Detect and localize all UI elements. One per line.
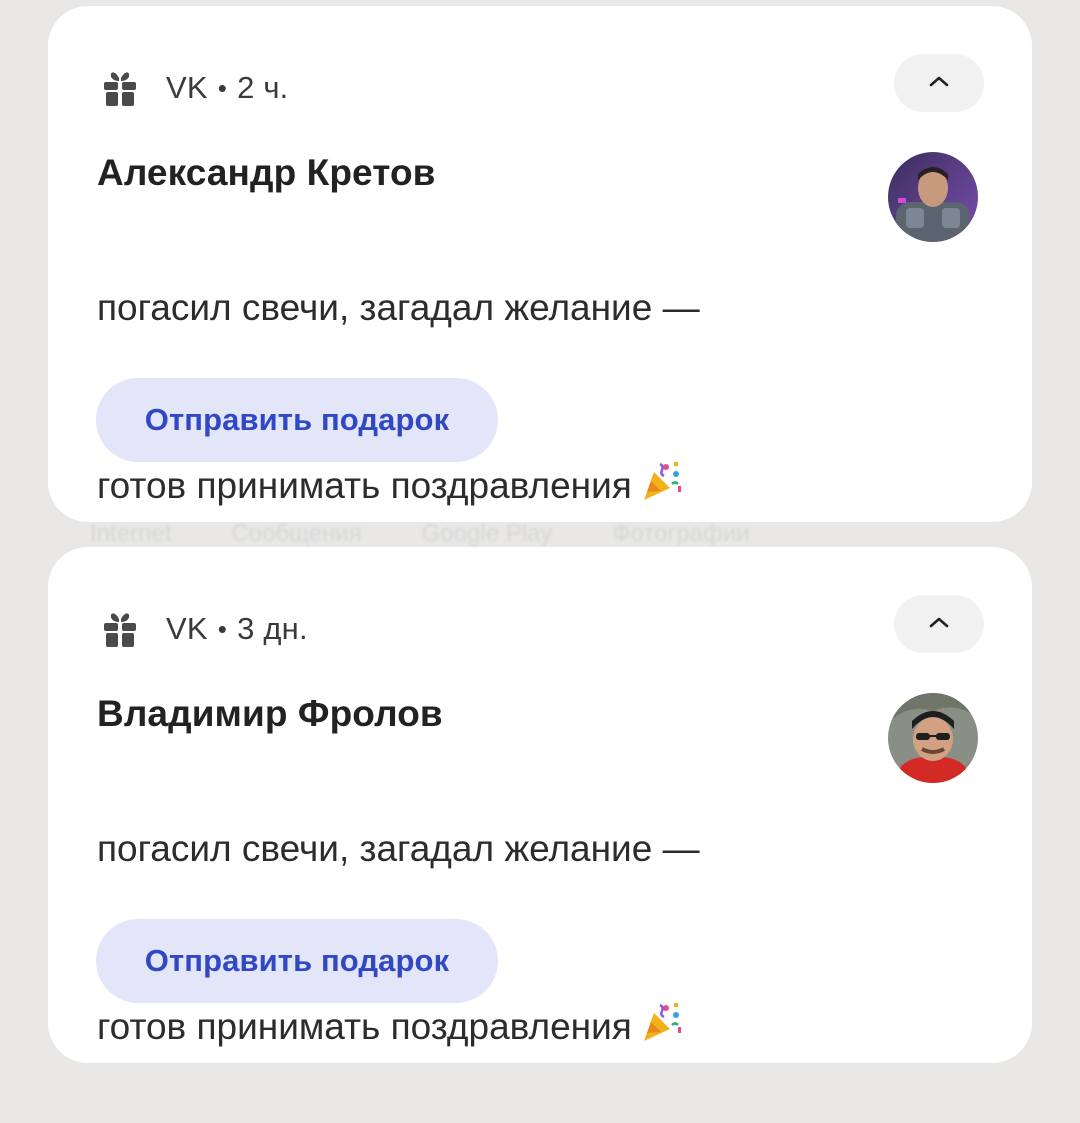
send-gift-label: Отправить подарок: [144, 943, 450, 978]
send-gift-button[interactable]: Отправить подарок: [96, 919, 498, 1003]
notification-time: 2 ч.: [237, 70, 289, 105]
sender-name: Владимир Фролов: [97, 693, 443, 734]
send-gift-label: Отправить подарок: [144, 402, 450, 437]
chevron-up-icon: [928, 615, 950, 634]
sender-name: Александр Кретов: [97, 152, 436, 193]
chevron-up-icon: [928, 74, 950, 93]
party-popper-icon: [638, 939, 684, 1063]
app-name: VK: [166, 70, 208, 105]
gift-icon: [100, 68, 140, 108]
meta-separator: •: [217, 72, 228, 103]
collapse-button[interactable]: [894, 54, 984, 112]
notification-meta: VK • 2 ч.: [166, 70, 289, 106]
meta-separator: •: [217, 613, 228, 644]
notification-meta: VK • 3 дн.: [166, 611, 308, 647]
sender-avatar: [888, 152, 978, 242]
message-line-1: погасил свечи, загадал желание —: [97, 287, 700, 328]
app-name: VK: [166, 611, 208, 646]
message-line-2: готов принимать поздравления: [97, 465, 632, 506]
sender-avatar: [888, 693, 978, 783]
notification-card[interactable]: VK • 2 ч. Александр Кретов погасил свечи…: [48, 6, 1032, 522]
party-popper-icon: [638, 398, 684, 522]
collapse-button[interactable]: [894, 595, 984, 653]
notification-header: VK • 3 дн.: [100, 603, 308, 655]
send-gift-button[interactable]: Отправить подарок: [96, 378, 498, 462]
message-line-2: готов принимать поздравления: [97, 1006, 632, 1047]
gift-icon: [100, 609, 140, 649]
notification-time: 3 дн.: [237, 611, 308, 646]
message-line-1: погасил свечи, загадал желание —: [97, 828, 700, 869]
notification-header: VK • 2 ч.: [100, 62, 289, 114]
notification-card[interactable]: VK • 3 дн. Владимир Фролов погасил свечи…: [48, 547, 1032, 1063]
